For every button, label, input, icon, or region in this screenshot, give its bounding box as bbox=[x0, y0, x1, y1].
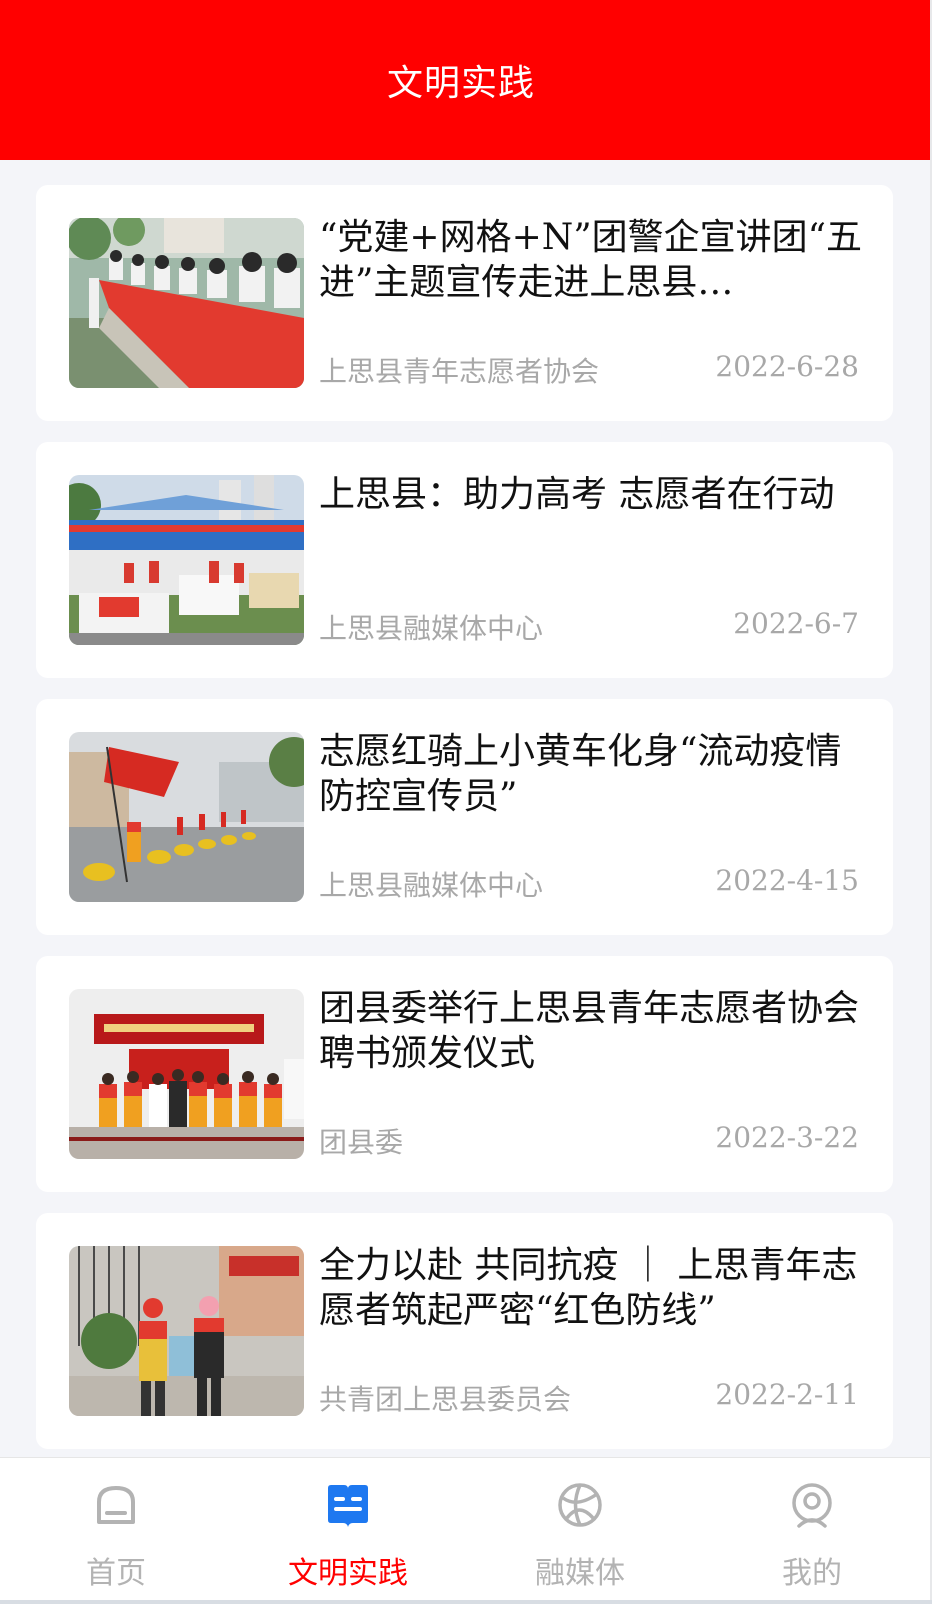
article-card[interactable]: 全力以赴 共同抗疫 ｜ 上思青年志愿者筑起严密“红色防线” 共青团上思县委员会 … bbox=[36, 1213, 893, 1449]
tab-mine[interactable]: 我的 bbox=[732, 1458, 892, 1601]
article-source: 上思县融媒体中心 bbox=[319, 612, 544, 645]
home-indicator-strip bbox=[0, 1600, 932, 1604]
article-date: 2022-4-15 bbox=[715, 864, 859, 897]
tab-media[interactable]: 融媒体 bbox=[500, 1458, 660, 1601]
tab-civilization-practice[interactable]: 文明实践 bbox=[268, 1458, 428, 1601]
article-thumbnail[interactable] bbox=[69, 1246, 304, 1416]
article-list[interactable]: “党建+网格+N”团警企宣讲团“五进”主题宣传走进上思县… 上思县青年志愿者协会… bbox=[0, 160, 932, 1456]
globe-icon bbox=[558, 1483, 602, 1527]
book-open-icon bbox=[328, 1485, 368, 1527]
tab-civilization-practice-label: 文明实践 bbox=[288, 1556, 408, 1591]
article-card[interactable]: 上思县：助力高考 志愿者在行动 上思县融媒体中心 2022-6-7 bbox=[36, 442, 893, 678]
article-thumbnail[interactable] bbox=[69, 732, 304, 902]
ceremony-group-photo bbox=[69, 989, 304, 1159]
volunteers-checkpoint-photo bbox=[69, 1246, 304, 1416]
article-date: 2022-6-28 bbox=[715, 350, 859, 383]
article-card[interactable]: “党建+网格+N”团警企宣讲团“五进”主题宣传走进上思县… 上思县青年志愿者协会… bbox=[36, 185, 893, 421]
article-thumbnail[interactable] bbox=[69, 475, 304, 645]
bottom-tab-bar: 首页 文明实践 融媒体 我的 bbox=[0, 1457, 932, 1601]
article-date: 2022-6-7 bbox=[733, 607, 859, 640]
students-signing-banner-photo bbox=[69, 218, 304, 388]
app-header: 文明实践 bbox=[0, 0, 930, 160]
volunteers-flag-scooters-photo bbox=[69, 732, 304, 902]
user-icon bbox=[792, 1483, 832, 1528]
article-thumbnail[interactable] bbox=[69, 218, 304, 388]
tab-mine-label: 我的 bbox=[782, 1556, 842, 1591]
article-source: 团县委 bbox=[319, 1126, 404, 1159]
home-icon bbox=[97, 1486, 135, 1524]
article-title[interactable]: 上思县：助力高考 志愿者在行动 bbox=[319, 472, 864, 517]
article-title[interactable]: 全力以赴 共同抗疫 ｜ 上思青年志愿者筑起严密“红色防线” bbox=[319, 1243, 864, 1333]
tab-media-label: 融媒体 bbox=[535, 1556, 625, 1591]
article-source: 共青团上思县委员会 bbox=[319, 1383, 572, 1416]
article-date: 2022-3-22 bbox=[715, 1121, 859, 1154]
article-card[interactable]: 团县委举行上思县青年志愿者协会聘书颁发仪式 团县委 2022-3-22 bbox=[36, 956, 893, 1192]
article-card[interactable]: 志愿红骑上小黄车化身“流动疫情防控宣传员” 上思县融媒体中心 2022-4-15 bbox=[36, 699, 893, 935]
page-title: 文明实践 bbox=[386, 63, 535, 104]
article-title[interactable]: 志愿红骑上小黄车化身“流动疫情防控宣传员” bbox=[319, 729, 864, 819]
article-title[interactable]: “党建+网格+N”团警企宣讲团“五进”主题宣传走进上思县… bbox=[319, 215, 864, 305]
article-date: 2022-2-11 bbox=[715, 1378, 859, 1411]
article-source: 上思县青年志愿者协会 bbox=[319, 355, 600, 388]
article-thumbnail[interactable] bbox=[69, 989, 304, 1159]
exam-volunteer-tent-photo bbox=[69, 475, 304, 645]
article-source: 上思县融媒体中心 bbox=[319, 869, 544, 902]
tab-home-label: 首页 bbox=[86, 1556, 146, 1591]
tab-home[interactable]: 首页 bbox=[36, 1458, 196, 1601]
article-title[interactable]: 团县委举行上思县青年志愿者协会聘书颁发仪式 bbox=[319, 986, 864, 1076]
